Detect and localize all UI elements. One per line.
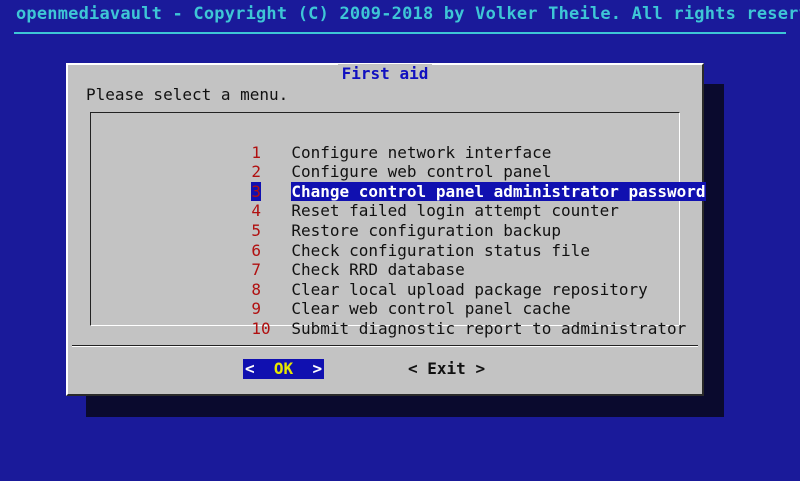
dialog-title: First aid — [68, 64, 702, 83]
menu-box: 1 Configure network interface 2 Configure … — [90, 112, 706, 338]
menu-item-label: Check RRD database — [291, 260, 465, 280]
menu-item-label: Change control panel administrator passw… — [291, 181, 706, 201]
menu-item-label: Submit diagnostic report to administrato… — [291, 318, 687, 338]
ok-button[interactable]: < OK > — [243, 359, 325, 379]
menu-item[interactable]: 1 Configure network interface — [155, 123, 706, 162]
terminal-screen: openmediavault - Copyright (C) 2009-2018… — [0, 0, 800, 481]
exit-left-bracket: < — [408, 359, 418, 378]
menu-item-tag: 7 — [251, 260, 261, 280]
menu-item-label: Restore configuration backup — [291, 220, 562, 240]
menu-item-tag: 1 — [251, 142, 261, 162]
dialog-title-text: First aid — [337, 64, 433, 83]
menu-list: 1 Configure network interface 2 Configure … — [155, 123, 706, 338]
header-divider — [14, 32, 786, 34]
menu-item-label: Clear web control panel cache — [291, 299, 571, 319]
menu-item-label: Reset failed login attempt counter — [291, 201, 619, 221]
ok-button-label: OK — [273, 359, 294, 378]
menu-item-tag: 6 — [251, 240, 261, 260]
menu-item-tag: 4 — [251, 201, 261, 221]
menu-item-tag: 9 — [251, 299, 261, 319]
ok-left-bracket: < — [245, 359, 255, 378]
first-aid-dialog: First aid Please select a menu. 1 Configu… — [66, 63, 706, 396]
exit-button[interactable]: < Exit > — [408, 359, 485, 379]
dialog-prompt: Please select a menu. — [86, 85, 289, 104]
menu-item-label: Check configuration status file — [291, 240, 590, 260]
menu-item-tag: 8 — [251, 279, 261, 299]
ok-right-bracket: > — [312, 359, 323, 378]
menu-item-tag: 5 — [251, 220, 261, 240]
exit-button-label: Exit — [427, 359, 466, 378]
button-separator — [72, 345, 698, 347]
menu-item-label: Configure web control panel — [291, 162, 552, 182]
app-header-title: openmediavault - Copyright (C) 2009-2018… — [16, 4, 800, 24]
menu-item-tag: 2 — [251, 162, 261, 182]
menu-item-tag: 10 — [251, 318, 271, 338]
menu-item-label: Configure network interface — [291, 142, 552, 162]
menu-item-label: Clear local upload package repository — [291, 279, 648, 299]
menu-item-tag: 3 — [251, 181, 261, 201]
exit-right-bracket: > — [475, 359, 486, 378]
